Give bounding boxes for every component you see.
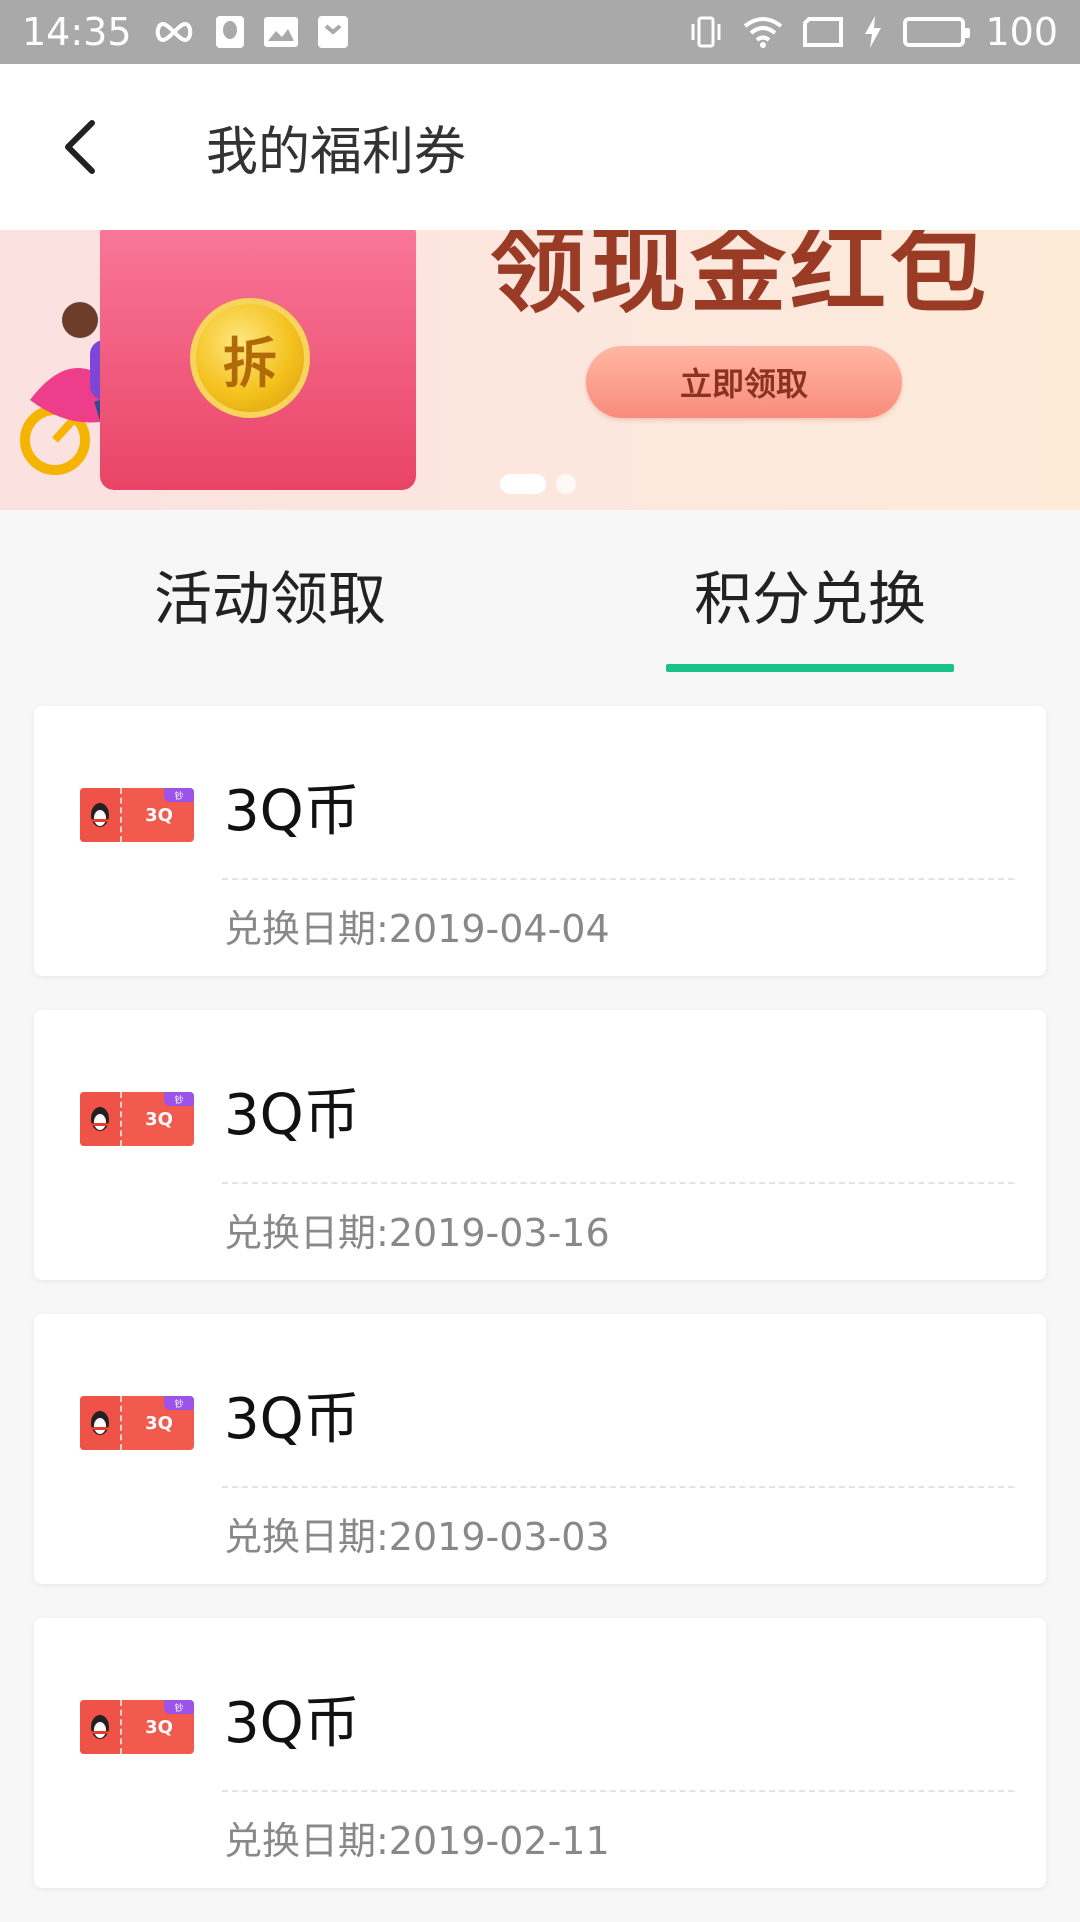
penguin-icon [80, 1700, 122, 1754]
banner-pagination [500, 474, 576, 494]
battery-icon [903, 17, 971, 47]
promo-banner[interactable]: 拆 领现金红包 立即领取 [0, 230, 1080, 510]
app-header: 我的福利券 [0, 64, 1080, 230]
penguin-icon [80, 1396, 122, 1450]
coupon-card[interactable]: 3Q 钞 3Q币 兑换日期:2019-03-03 [34, 1314, 1046, 1584]
status-time: 14:35 [22, 10, 132, 54]
charging-icon [863, 16, 883, 48]
qb-coupon-icon: 3Q 钞 [80, 1700, 194, 1754]
coupon-icon-badge: 钞 [164, 788, 194, 802]
battery-percent: 100 [985, 10, 1058, 54]
qb-coupon-icon: 3Q 钞 [80, 1092, 194, 1146]
exchange-date: 兑换日期:2019-04-04 [224, 907, 610, 951]
coupon-card[interactable]: 3Q 钞 3Q币 兑换日期:2019-04-04 [34, 706, 1046, 976]
dashed-divider [222, 1182, 1014, 1184]
penguin-icon [80, 788, 122, 842]
banner-dot [556, 474, 576, 494]
page-title: 我的福利券 [206, 122, 467, 183]
wifi-icon [743, 16, 783, 48]
tab-activity-claim[interactable]: 活动领取 [0, 510, 540, 678]
coupon-title: 3Q币 [224, 1387, 360, 1452]
exchange-date: 兑换日期:2019-02-11 [224, 1819, 610, 1863]
exchange-date: 兑换日期:2019-03-03 [224, 1515, 610, 1559]
coupon-icon-badge: 钞 [164, 1092, 194, 1106]
coupon-title: 3Q币 [224, 1691, 360, 1756]
qb-coupon-icon: 3Q 钞 [80, 1396, 194, 1450]
banner-dot-active [500, 474, 546, 494]
infinity-icon [152, 20, 196, 44]
coupon-list: 3Q 钞 3Q币 兑换日期:2019-04-04 3Q 钞 3Q币 兑换日期:2… [34, 706, 1046, 1922]
tab-points-exchange[interactable]: 积分兑换 [540, 510, 1080, 678]
image-icon [263, 17, 298, 47]
vibrate-icon [689, 16, 723, 48]
active-tab-indicator [666, 664, 954, 672]
coupon-card[interactable]: 3Q 钞 3Q币 兑换日期:2019-02-11 [34, 1618, 1046, 1888]
open-coin: 拆 [190, 298, 310, 418]
status-bar: 14:35 100 [0, 0, 1080, 64]
back-button[interactable] [50, 112, 110, 182]
qb-coupon-icon: 3Q 钞 [80, 788, 194, 842]
coupon-icon-badge: 钞 [164, 1700, 194, 1714]
qq-icon [215, 16, 244, 48]
coupon-card[interactable]: 3Q 钞 3Q币 兑换日期:2019-03-16 [34, 1010, 1046, 1280]
tablet-icon [803, 17, 844, 47]
dashed-divider [222, 1790, 1014, 1792]
coupon-title: 3Q币 [224, 779, 360, 844]
back-arrow-icon [65, 120, 95, 174]
status-left: 14:35 [22, 10, 348, 54]
status-right: 100 [689, 10, 1058, 54]
shield-icon [317, 16, 348, 48]
dashed-divider [222, 1486, 1014, 1488]
coupon-title: 3Q币 [224, 1083, 360, 1148]
penguin-icon [80, 1092, 122, 1146]
banner-claim-button[interactable]: 立即领取 [586, 346, 902, 418]
dashed-divider [222, 878, 1014, 880]
tab-bar: 活动领取 积分兑换 [0, 510, 1080, 678]
coupon-icon-badge: 钞 [164, 1396, 194, 1410]
banner-title: 领现金红包 [490, 230, 990, 326]
exchange-date: 兑换日期:2019-03-16 [224, 1211, 610, 1255]
